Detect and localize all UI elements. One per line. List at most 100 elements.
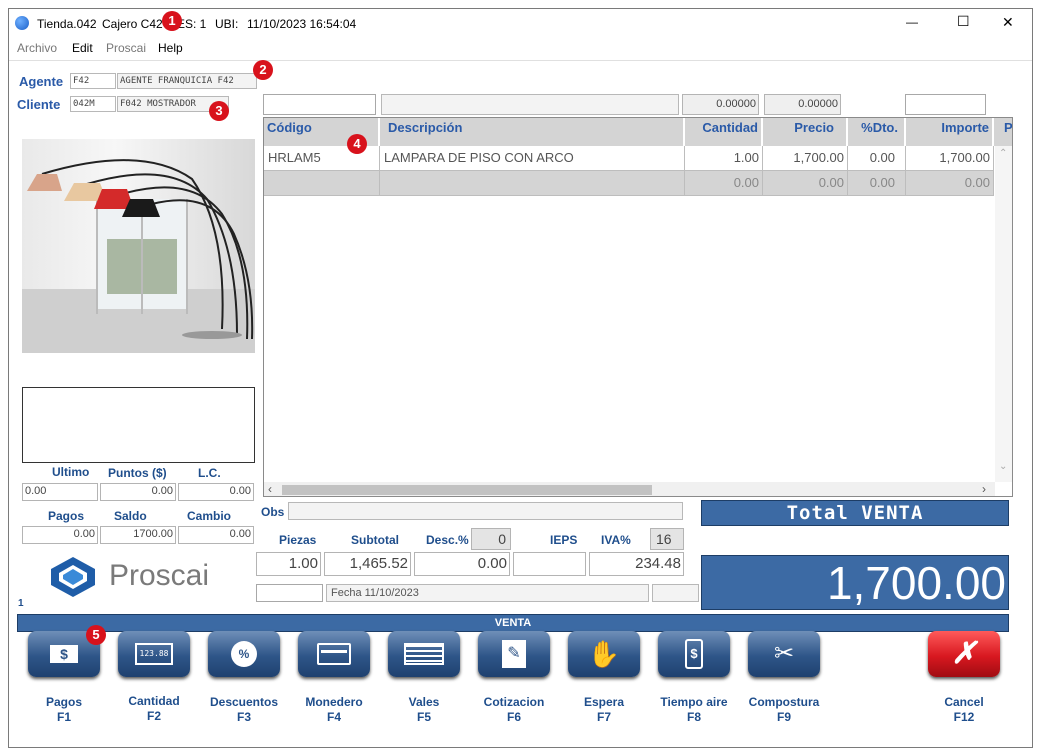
horizontal-scroll-thumb[interactable] <box>282 485 652 495</box>
descuentos-button[interactable]: % <box>208 631 280 677</box>
extra-right-field <box>652 584 699 602</box>
close-button[interactable]: ✕ <box>1002 14 1014 31</box>
menu-edit[interactable]: Edit <box>72 41 93 55</box>
qty-entry-field[interactable]: 0.00000 <box>682 94 759 115</box>
document-edit-icon: ✎ <box>502 640 526 668</box>
vertical-scrollbar[interactable] <box>995 146 1012 482</box>
proscai-logo-mark-icon <box>51 557 95 597</box>
cliente-label: Cliente <box>17 97 61 112</box>
obs-field[interactable] <box>288 502 683 520</box>
maximize-button[interactable]: ☐ <box>957 13 970 30</box>
row1-dto[interactable]: 0.00 <box>848 146 906 171</box>
mode-bar: VENTA <box>17 614 1009 632</box>
ieps-label: IEPS <box>550 533 578 547</box>
menu-bar: Archivo Edit Proscai Help <box>9 38 1032 58</box>
vales-button[interactable] <box>388 631 460 677</box>
cantidad-button[interactable]: 123.88 <box>118 631 190 677</box>
cotizacion-button[interactable]: ✎ <box>478 631 550 677</box>
cliente-code-field[interactable]: 042M <box>70 96 116 112</box>
ieps-value <box>513 552 586 576</box>
row2-importe[interactable]: 0.00 <box>906 171 994 196</box>
badge-4: 4 <box>347 134 367 154</box>
fkey-label-cancel: Cancel F12 <box>944 695 984 724</box>
product-image <box>22 139 255 353</box>
minimize-button[interactable]: — <box>906 15 918 29</box>
scroll-right-icon[interactable]: › <box>982 482 986 496</box>
code-entry-input[interactable] <box>263 94 376 115</box>
espera-button[interactable]: ✋ <box>568 631 640 677</box>
total-venta-label: Total VENTA <box>786 502 924 524</box>
lc-label: L.C. <box>198 466 221 480</box>
fecha-field: Fecha 11/10/2023 <box>326 584 649 602</box>
iva-value: 234.48 <box>589 552 684 576</box>
row2-cantidad[interactable]: 0.00 <box>685 171 763 196</box>
scroll-up-icon[interactable]: ⌃ <box>999 148 1007 159</box>
status-number: 1 <box>18 598 24 609</box>
title-bar: Tienda.042 Cajero C42 ES: 1 UBI: 11/10/2… <box>9 9 1032 37</box>
title-ubi-label: UBI: <box>215 17 239 31</box>
notes-box <box>22 387 255 463</box>
fkey-label-cotizacion: Cotizacion F6 <box>483 695 545 724</box>
mode-bar-label: VENTA <box>494 617 532 629</box>
scroll-left-icon[interactable]: ‹ <box>268 482 272 496</box>
cash-icon: $ <box>50 645 78 663</box>
fkey-label-cantidad: Cantidad F2 <box>128 694 180 723</box>
proscai-wordmark: Proscai <box>109 559 210 592</box>
row1-cantidad[interactable]: 1.00 <box>685 146 763 171</box>
voucher-icon <box>404 643 444 665</box>
iva-label: IVA% <box>601 533 631 547</box>
badge-1: 1 <box>162 11 182 31</box>
row2-descripcion[interactable] <box>380 171 685 196</box>
monedero-button[interactable] <box>298 631 370 677</box>
subtotal-label: Subtotal <box>351 533 399 547</box>
extra-entry-input[interactable] <box>905 94 986 115</box>
total-venta-header: Total VENTA <box>701 500 1009 526</box>
subtotal-value: 1,465.52 <box>324 552 411 576</box>
menu-help[interactable]: Help <box>158 41 183 55</box>
hand-stop-icon: ✋ <box>587 639 621 669</box>
col-descripcion[interactable]: Descripción <box>380 118 684 146</box>
saldo-value: 1700.00 <box>100 526 176 544</box>
scissors-icon: ✂ <box>773 640 795 667</box>
globe-icon <box>15 16 29 30</box>
piezas-label: Piezas <box>279 533 317 547</box>
cancel-button[interactable]: ✗ <box>928 631 1000 677</box>
badge-5: 5 <box>86 625 106 645</box>
row1-descripcion[interactable]: LAMPARA DE PISO CON ARCO <box>380 146 685 171</box>
agente-label: Agente <box>19 74 64 89</box>
menu-archivo[interactable]: Archivo <box>17 41 57 55</box>
ultimo-label: Ultimo <box>52 465 90 479</box>
menu-proscai[interactable]: Proscai <box>106 41 146 55</box>
title-datetime: 11/10/2023 16:54:04 <box>247 17 357 31</box>
proscai-logo: Proscai <box>45 555 245 599</box>
phone-dollar-icon: $ <box>685 639 703 669</box>
iva-pct-field: 16 <box>650 528 684 550</box>
pagos-label: Pagos <box>48 509 85 523</box>
row2-precio[interactable]: 0.00 <box>763 171 848 196</box>
puntos-value: 0.00 <box>100 483 176 501</box>
ultimo-value: 0.00 <box>22 483 98 501</box>
agente-code-field[interactable]: F42 <box>70 73 116 89</box>
wallet-icon <box>317 643 351 665</box>
menu-divider <box>9 60 1032 61</box>
row1-importe[interactable]: 1,700.00 <box>906 146 994 171</box>
row1-precio[interactable]: 1,700.00 <box>763 146 848 171</box>
fkey-label-monedero: Monedero F4 <box>305 695 363 724</box>
cancel-x-icon: ✗ <box>951 637 977 670</box>
row2-dto[interactable]: 0.00 <box>848 171 906 196</box>
pagos-value: 0.00 <box>22 526 98 544</box>
compostura-button[interactable]: ✂ <box>748 631 820 677</box>
col-dto[interactable]: %Dto. <box>848 118 905 146</box>
tiempo-aire-button[interactable]: $ <box>658 631 730 677</box>
price-entry-field[interactable]: 0.00000 <box>764 94 841 115</box>
total-venta-amount: 1,700.00 <box>826 557 1006 609</box>
fkey-label-compostura: Compostura F9 <box>748 695 820 724</box>
scroll-down-icon[interactable]: ⌄ <box>999 461 1007 472</box>
col-cantidad[interactable]: Cantidad <box>685 118 762 146</box>
col-precio[interactable]: Precio <box>763 118 847 146</box>
col-importe[interactable]: Importe <box>906 118 993 146</box>
extra-small-field <box>256 584 323 602</box>
title-store: Tienda.042 <box>37 17 97 31</box>
col-p[interactable]: P <box>994 118 1012 146</box>
row2-codigo[interactable] <box>264 171 380 196</box>
